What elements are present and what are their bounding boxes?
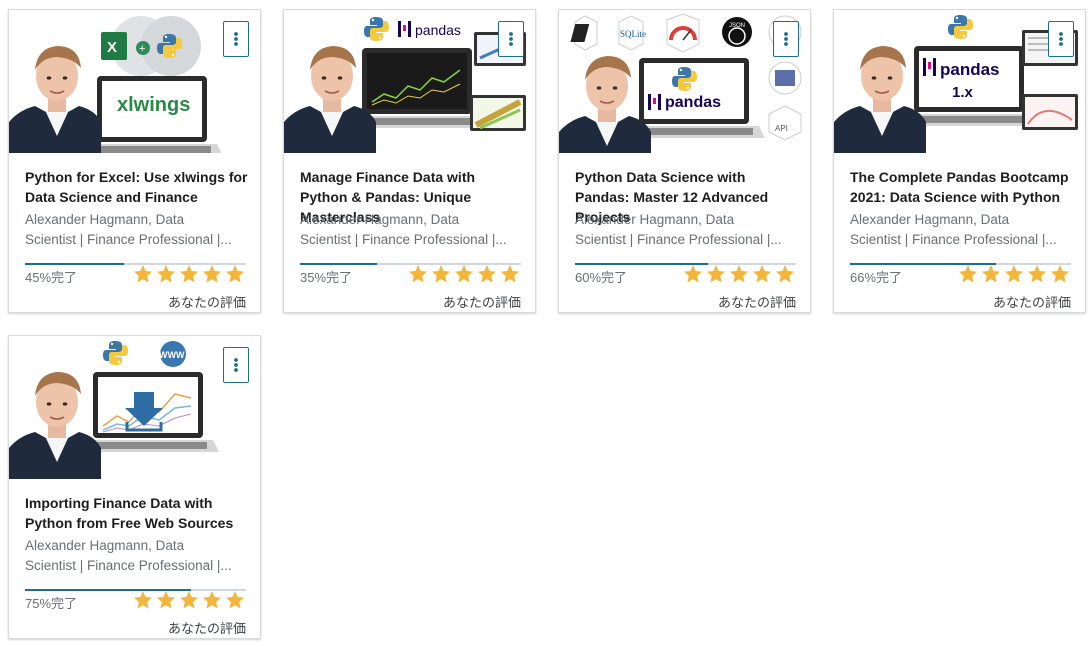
star-icon[interactable] bbox=[683, 264, 703, 284]
course-title[interactable]: The Complete Pandas Bootcamp 2021: Data … bbox=[850, 167, 1074, 207]
progress-label: 75%完了 bbox=[25, 596, 78, 611]
progress-fill bbox=[300, 263, 378, 265]
author-line: Alexander Hagmann, Data bbox=[25, 212, 185, 227]
star-icon[interactable] bbox=[156, 264, 176, 284]
star-icon[interactable] bbox=[179, 264, 199, 284]
rating-stars[interactable] bbox=[133, 264, 249, 286]
author-line: Alexander Hagmann, Data bbox=[575, 212, 735, 227]
star-icon[interactable] bbox=[981, 264, 1001, 284]
star-icon[interactable] bbox=[1027, 264, 1047, 284]
progress-label: 66%完了 bbox=[850, 270, 903, 285]
course-card[interactable]: SQLite JSON API pandas Python Data Scien… bbox=[558, 9, 811, 313]
star-icon[interactable] bbox=[431, 264, 451, 284]
more-options-button[interactable] bbox=[498, 21, 524, 57]
rating-stars[interactable] bbox=[133, 590, 249, 612]
star-icon[interactable] bbox=[408, 264, 428, 284]
star-icon[interactable] bbox=[958, 264, 978, 284]
sqlite-logo-text: SQLite bbox=[620, 29, 646, 39]
star-icon[interactable] bbox=[202, 264, 222, 284]
star-icon[interactable] bbox=[706, 264, 726, 284]
author-line: Alexander Hagmann, Data bbox=[850, 212, 1010, 227]
pandas-logo-text: pandas bbox=[665, 94, 721, 111]
progress-fill bbox=[25, 263, 125, 265]
vertical-dots-icon bbox=[784, 32, 788, 46]
star-icon[interactable] bbox=[500, 264, 520, 284]
pandas-version-text: 1.x bbox=[952, 84, 974, 101]
star-icon[interactable] bbox=[133, 264, 153, 284]
plus-sign: + bbox=[139, 43, 145, 55]
more-options-button[interactable] bbox=[773, 21, 799, 57]
your-rating-label: あなたの評価 bbox=[442, 295, 521, 310]
author-line: Scientist | Finance Professional |... bbox=[850, 232, 1057, 247]
vertical-dots-icon bbox=[509, 32, 513, 46]
star-icon[interactable] bbox=[454, 264, 474, 284]
course-author: Alexander Hagmann, Data Scientist | Fina… bbox=[25, 536, 249, 576]
course-author: Alexander Hagmann, Data Scientist | Fina… bbox=[850, 210, 1074, 250]
star-icon[interactable] bbox=[179, 590, 199, 610]
star-icon[interactable] bbox=[225, 264, 245, 284]
your-rating-label: あなたの評価 bbox=[167, 295, 246, 310]
star-icon[interactable] bbox=[729, 264, 749, 284]
author-line: Scientist | Finance Professional |... bbox=[575, 232, 782, 247]
author-line: Alexander Hagmann, Data bbox=[300, 212, 460, 227]
course-author: Alexander Hagmann, Data Scientist | Fina… bbox=[25, 210, 249, 250]
your-rating-label: あなたの評価 bbox=[167, 621, 246, 636]
progress-label: 60%完了 bbox=[575, 270, 628, 285]
your-rating-label: あなたの評価 bbox=[992, 295, 1071, 310]
author-line: Scientist | Finance Professional |... bbox=[25, 558, 232, 573]
progress-label: 45%完了 bbox=[25, 270, 78, 285]
course-title[interactable]: Importing Finance Data with Python from … bbox=[25, 493, 249, 533]
course-title[interactable]: Python for Excel: Use xlwings for Data S… bbox=[25, 167, 249, 207]
json-logo-text: JSON bbox=[729, 23, 745, 29]
star-icon[interactable] bbox=[225, 590, 245, 610]
star-icon[interactable] bbox=[202, 590, 222, 610]
author-line: Scientist | Finance Professional |... bbox=[25, 232, 232, 247]
star-icon[interactable] bbox=[752, 264, 772, 284]
rating-stars[interactable] bbox=[683, 264, 799, 286]
course-card[interactable]: pandas 1.x The Complete Pandas Bootcamp … bbox=[833, 9, 1086, 313]
pandas-logo-text: pandas bbox=[940, 60, 1000, 79]
rating-stars[interactable] bbox=[408, 264, 524, 286]
course-author: Alexander Hagmann, Data Scientist | Fina… bbox=[575, 210, 799, 250]
excel-logo-letter: X bbox=[107, 39, 117, 56]
star-icon[interactable] bbox=[133, 590, 153, 610]
your-rating-label: あなたの評価 bbox=[717, 295, 796, 310]
course-author: Alexander Hagmann, Data Scientist | Fina… bbox=[300, 210, 524, 250]
www-globe-text: WWW bbox=[159, 350, 185, 360]
api-logo-text: API bbox=[775, 124, 788, 133]
rating-stars[interactable] bbox=[958, 264, 1074, 286]
course-card[interactable]: pandas Manage Finance Data with Python &… bbox=[283, 9, 536, 313]
progress-label: 35%完了 bbox=[300, 270, 353, 285]
xlwings-logo-text: xlwings bbox=[117, 94, 190, 116]
course-card[interactable]: WWW Importing Finance Data with Python f… bbox=[8, 335, 261, 639]
pandas-logo-text: pandas bbox=[415, 22, 461, 38]
star-icon[interactable] bbox=[477, 264, 497, 284]
star-icon[interactable] bbox=[156, 590, 176, 610]
vertical-dots-icon bbox=[1059, 32, 1063, 46]
more-options-button[interactable] bbox=[223, 21, 249, 57]
more-options-button[interactable] bbox=[1048, 21, 1074, 57]
star-icon[interactable] bbox=[775, 264, 795, 284]
author-line: Scientist | Finance Professional |... bbox=[300, 232, 507, 247]
course-card[interactable]: X + xlwings Python for Excel: Use xlwing… bbox=[8, 9, 261, 313]
author-line: Alexander Hagmann, Data bbox=[25, 538, 185, 553]
more-options-button[interactable] bbox=[223, 347, 249, 383]
vertical-dots-icon bbox=[234, 32, 238, 46]
star-icon[interactable] bbox=[1004, 264, 1024, 284]
vertical-dots-icon bbox=[234, 358, 238, 372]
star-icon[interactable] bbox=[1050, 264, 1070, 284]
